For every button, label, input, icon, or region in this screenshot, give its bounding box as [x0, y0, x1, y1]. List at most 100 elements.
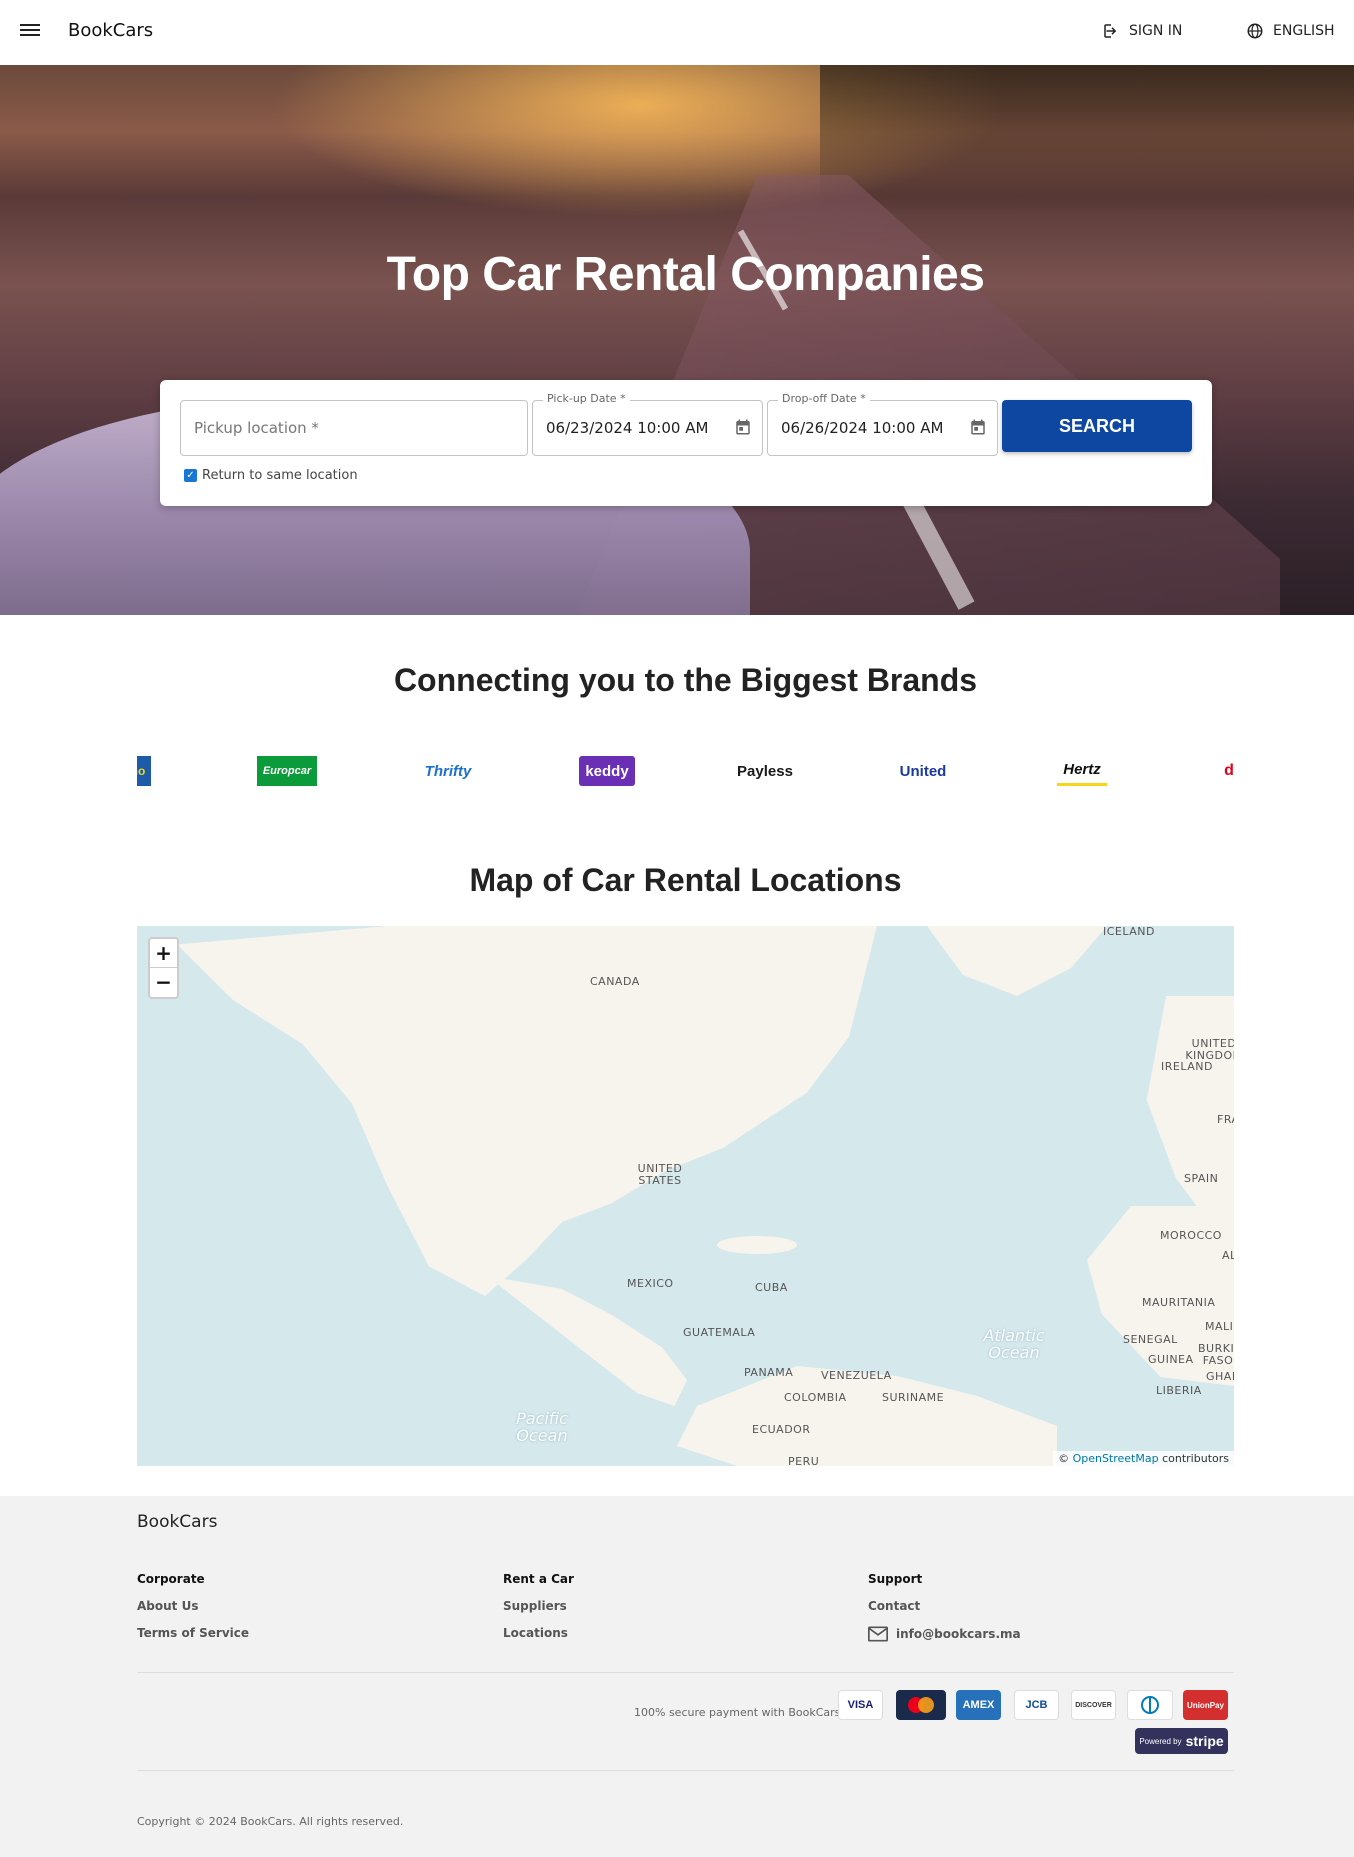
zoom-out-button[interactable]: −: [150, 968, 177, 997]
diners-card-icon: [1127, 1690, 1173, 1720]
brand-logo-payless[interactable]: Payless: [735, 756, 795, 786]
footer-heading-support: Support: [868, 1572, 923, 1586]
map-label-guinea: GUINEA: [1148, 1353, 1194, 1366]
map-label-senegal: SENEGAL: [1123, 1333, 1178, 1346]
discover-card-icon: DISCOVER: [1071, 1690, 1116, 1720]
map-label-peru: PERU: [788, 1455, 820, 1467]
map-label-pacific-ocean: Pacific Ocean: [516, 1409, 568, 1445]
globe-icon: [1247, 23, 1263, 39]
map-label-iceland: ICELAND: [1103, 926, 1155, 938]
zoom-in-button[interactable]: +: [150, 939, 177, 968]
brands-carousel: no Europcar Thrifty keddy Payless United…: [137, 752, 1234, 792]
footer-divider: [137, 1672, 1234, 1673]
map-label-mexico: MEXICO: [627, 1277, 674, 1290]
return-same-location-label: Return to same location: [202, 468, 358, 483]
calendar-icon[interactable]: [969, 417, 987, 437]
footer-column-corporate: Corporate About Us Terms of Service: [137, 1572, 249, 1653]
brand-logo-partial[interactable]: no: [137, 756, 151, 786]
brand-logo[interactable]: BookCars: [68, 20, 153, 41]
pickup-location-input[interactable]: Pickup location *: [180, 400, 528, 456]
calendar-icon[interactable]: [734, 417, 752, 437]
map-title: Map of Car Rental Locations: [469, 862, 902, 898]
dropoff-date-value: 06/26/2024 10:00 AM: [781, 419, 944, 437]
pickup-date-label: Pick-up Date *: [543, 392, 630, 405]
pickup-date-value: 06/23/2024 10:00 AM: [546, 419, 709, 437]
map-label-mauritania: MAURITANIA: [1142, 1296, 1216, 1309]
central-america-land: [487, 1276, 687, 1406]
search-form: Pickup location * Pick-up Date * 06/23/2…: [160, 380, 1212, 506]
pickup-date-field[interactable]: Pick-up Date * 06/23/2024 10:00 AM: [532, 392, 763, 456]
powered-by-stripe-badge: Powered by stripe: [1135, 1728, 1228, 1754]
footer-link-locations[interactable]: Locations: [503, 1626, 574, 1640]
brand-logo-united[interactable]: United: [895, 756, 951, 786]
sign-in-label: SIGN IN: [1129, 23, 1183, 39]
cuba-land: [717, 1236, 797, 1254]
footer-email-link[interactable]: info@bookcars.ma: [868, 1626, 1021, 1642]
brand-logo-keddy[interactable]: keddy: [579, 756, 635, 786]
brand-logo-partial[interactable]: d: [1219, 756, 1234, 786]
return-same-location[interactable]: ✓ Return to same location: [184, 468, 358, 483]
language-button[interactable]: ENGLISH: [1246, 22, 1335, 40]
map-label-atlantic-ocean: Atlantic Ocean: [983, 1326, 1045, 1362]
language-label: ENGLISH: [1273, 23, 1335, 39]
map-label-morocco: MOROCCO: [1160, 1229, 1222, 1242]
footer-heading-corporate: Corporate: [137, 1572, 205, 1586]
unionpay-card-icon: UnionPay: [1183, 1690, 1228, 1720]
login-icon: [1104, 24, 1117, 38]
map-label-france: FRA: [1217, 1113, 1234, 1126]
footer-link-about-us[interactable]: About Us: [137, 1599, 249, 1613]
map-label-united-kingdom: UNITED KINGDOM: [1185, 1037, 1234, 1062]
map-label-venezuela: VENEZUELA: [821, 1369, 892, 1382]
map-label-burkina-faso: BURKIN FASO: [1198, 1342, 1234, 1367]
diners-circle-icon: [1141, 1696, 1159, 1714]
brand-logo-thrifty[interactable]: Thrifty: [418, 756, 478, 786]
brand-logo-hertz[interactable]: Hertz: [1057, 756, 1107, 786]
footer-divider: [137, 1770, 1234, 1771]
secure-payment-text: 100% secure payment with BookCars: [634, 1706, 841, 1719]
footer-link-contact[interactable]: Contact: [868, 1599, 1021, 1613]
footer-column-support: Support Contact info@bookcars.ma: [868, 1572, 1021, 1655]
return-same-location-checkbox[interactable]: ✓: [184, 469, 197, 482]
footer: BookCars Corporate About Us Terms of Ser…: [0, 1496, 1354, 1857]
pickup-location-placeholder: Pickup location *: [194, 419, 319, 437]
map-label-guatemala: GUATEMALA: [683, 1326, 756, 1339]
hamburger-menu-icon[interactable]: [20, 21, 44, 43]
search-button[interactable]: SEARCH: [1002, 400, 1192, 452]
map-label-ghana: GHAN: [1206, 1370, 1234, 1383]
footer-brand: BookCars: [137, 1512, 218, 1532]
map-label-ireland: IRELAND: [1161, 1060, 1213, 1073]
map-label-spain: SPAIN: [1184, 1172, 1219, 1185]
footer-link-terms-of-service[interactable]: Terms of Service: [137, 1626, 249, 1640]
map-zoom-control: + −: [148, 937, 179, 999]
hero-banner: Top Car Rental Companies Pickup location…: [0, 65, 1354, 615]
openstreetmap-link[interactable]: OpenStreetMap: [1073, 1452, 1159, 1465]
map-label-liberia: LIBERIA: [1156, 1384, 1202, 1397]
hero-background-trees: [820, 65, 1354, 215]
mastercard-card-icon: [896, 1690, 946, 1720]
amex-card-icon: AMEX: [956, 1690, 1001, 1720]
map-attribution: © OpenStreetMap contributors: [1053, 1451, 1234, 1466]
map-label-panama: PANAMA: [744, 1366, 794, 1379]
map-label-united-states: UNITED STATES: [637, 1162, 683, 1187]
footer-email: info@bookcars.ma: [896, 1627, 1021, 1641]
jcb-card-icon: JCB: [1014, 1690, 1059, 1720]
sign-in-button[interactable]: SIGN IN: [1102, 22, 1182, 40]
map-label-mali: MALI: [1205, 1320, 1234, 1333]
footer-heading-rent-a-car: Rent a Car: [503, 1572, 574, 1586]
rental-locations-map[interactable]: ICELAND CANADA UNITED KINGDOM IRELAND FR…: [137, 926, 1234, 1466]
map-label-colombia: COLOMBIA: [784, 1391, 847, 1404]
map-label-suriname: SURINAME: [882, 1391, 945, 1404]
greenland-land: [927, 926, 1107, 996]
brands-title: Connecting you to the Biggest Brands: [393, 662, 978, 698]
footer-column-rent-a-car: Rent a Car Suppliers Locations: [503, 1572, 574, 1653]
visa-card-icon: VISA: [838, 1690, 883, 1720]
map-label-canada: CANADA: [590, 975, 640, 988]
mail-icon: [868, 1626, 888, 1642]
copyright-text: Copyright © 2024 BookCars. All rights re…: [137, 1815, 404, 1828]
dropoff-date-field[interactable]: Drop-off Date * 06/26/2024 10:00 AM: [767, 392, 998, 456]
top-app-bar: BookCars SIGN IN ENGLISH: [0, 0, 1354, 65]
footer-link-suppliers[interactable]: Suppliers: [503, 1599, 574, 1613]
map-label-ecuador: ECUADOR: [752, 1423, 811, 1436]
mastercard-circles-icon: [908, 1697, 934, 1713]
brand-logo-europcar[interactable]: Europcar: [257, 756, 317, 786]
